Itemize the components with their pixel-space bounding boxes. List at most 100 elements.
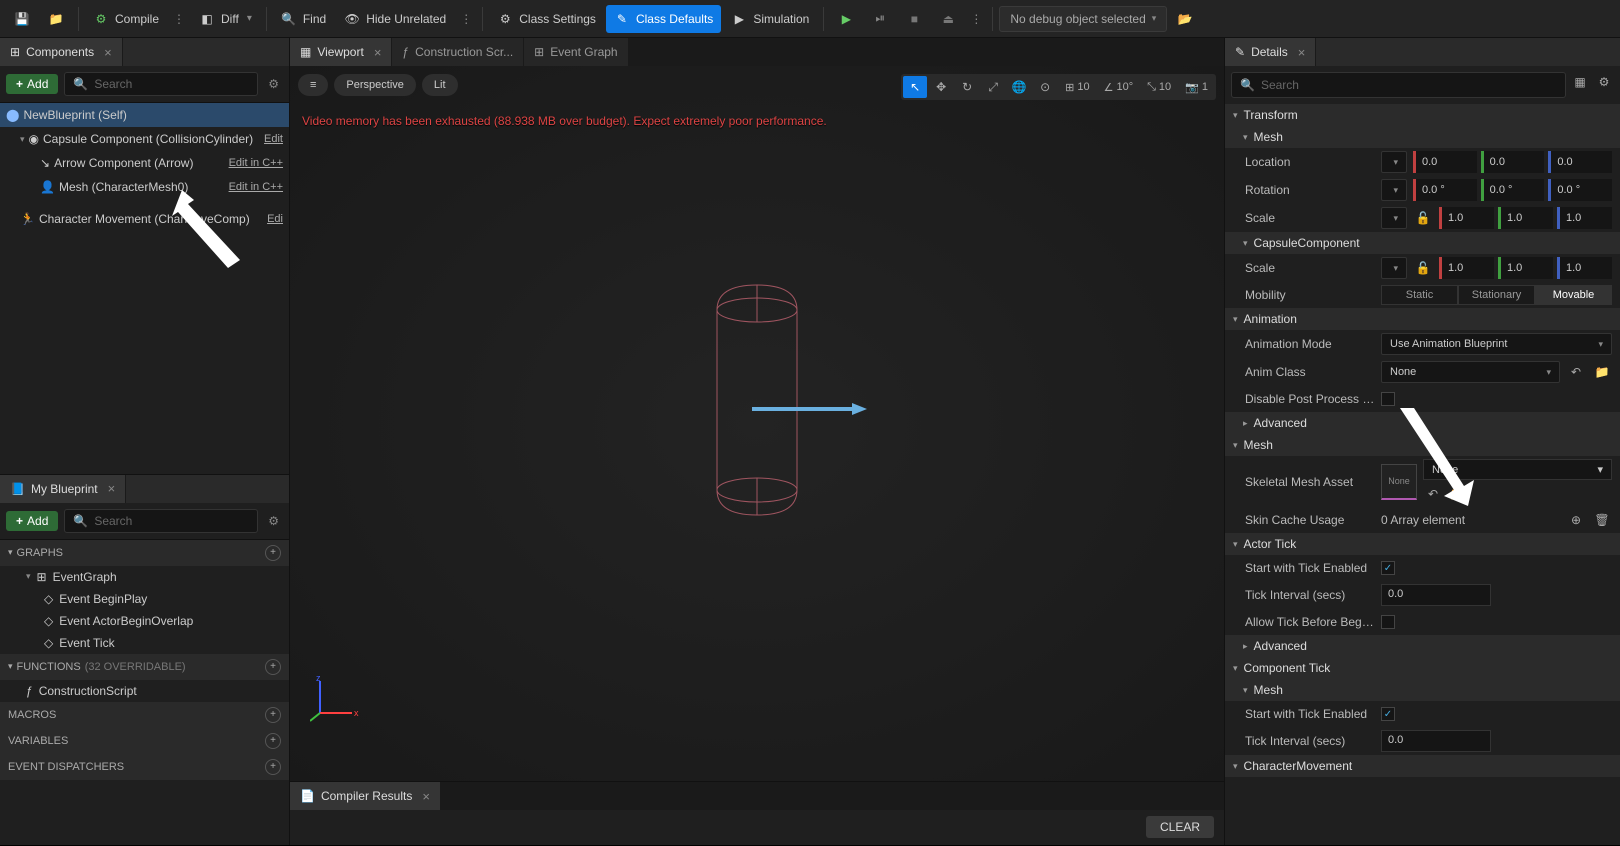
anim-class-dropdown[interactable]: None▾: [1381, 361, 1560, 383]
mobility-movable[interactable]: Movable: [1535, 285, 1612, 305]
event-beginplay-item[interactable]: ◇Event BeginPlay: [0, 588, 289, 610]
event-graph-item[interactable]: ▾⊞EventGraph: [0, 566, 289, 588]
eject-button[interactable]: ⏏: [932, 5, 964, 33]
translate-tool[interactable]: ✥: [929, 76, 953, 98]
add-component-button[interactable]: +Add: [6, 74, 58, 94]
tab-viewport[interactable]: ▦Viewport×: [290, 38, 392, 66]
add-function-button[interactable]: +: [265, 659, 281, 675]
location-y[interactable]: 0.0: [1481, 151, 1545, 173]
myblueprint-search[interactable]: 🔍Search: [64, 509, 258, 533]
graphs-section[interactable]: ▾Graphs+: [0, 540, 289, 566]
rotation-z[interactable]: 0.0 °: [1548, 179, 1612, 201]
compile-button[interactable]: ⚙Compile: [85, 5, 167, 33]
surface-snap-button[interactable]: ⊙: [1033, 76, 1057, 98]
variables-section[interactable]: Variables+: [0, 728, 289, 754]
start-tick-checkbox-2[interactable]: [1381, 707, 1395, 721]
rotation-mode-dropdown[interactable]: ▾: [1381, 179, 1407, 201]
close-icon[interactable]: ×: [108, 481, 116, 496]
browse-button[interactable]: 📁: [40, 5, 72, 33]
dispatchers-section[interactable]: Event Dispatchers+: [0, 754, 289, 780]
perspective-button[interactable]: Perspective: [334, 74, 415, 96]
rotation-y[interactable]: 0.0 °: [1481, 179, 1545, 201]
component-capsule[interactable]: ▾ ◉ Capsule Component (CollisionCylinder…: [0, 127, 289, 151]
details-grid-button[interactable]: ▦: [1570, 72, 1590, 92]
use-selected-mesh-button[interactable]: ↶: [1423, 484, 1443, 504]
add-graph-button[interactable]: +: [265, 545, 281, 561]
class-defaults-button[interactable]: ✎Class Defaults: [606, 5, 721, 33]
grid-snap-button[interactable]: ⊞10: [1059, 76, 1095, 98]
save-button[interactable]: 💾: [6, 5, 38, 33]
stop-button[interactable]: ■: [898, 5, 930, 33]
compile-options-button[interactable]: ⋮: [169, 12, 189, 26]
section-actor-tick[interactable]: ▾Actor Tick: [1225, 533, 1620, 555]
viewport[interactable]: ≡ Perspective Lit ↖ ✥ ↻ ⤢ 🌐 ⊙ ⊞10 ∠10° ⤡…: [290, 66, 1224, 781]
find-button[interactable]: 🔍Find: [273, 5, 334, 33]
component-movement[interactable]: 🏃 Character Movement (CharMoveComp) Edi: [0, 207, 289, 231]
lit-button[interactable]: Lit: [422, 74, 458, 96]
lock-scale-button[interactable]: 🔓: [1413, 208, 1433, 228]
world-local-toggle[interactable]: 🌐: [1007, 76, 1031, 98]
details-search[interactable]: 🔍Search: [1231, 72, 1566, 98]
capsule-scale-z[interactable]: 1.0: [1557, 257, 1612, 279]
close-icon[interactable]: ×: [104, 45, 112, 60]
add-variable-button[interactable]: +: [265, 733, 281, 749]
section-advanced-1[interactable]: ▸Advanced: [1225, 412, 1620, 434]
simulation-button[interactable]: ▶Simulation: [723, 5, 817, 33]
location-x[interactable]: 0.0: [1413, 151, 1477, 173]
rotation-x[interactable]: 0.0 °: [1413, 179, 1477, 201]
skel-mesh-thumbnail[interactable]: None: [1381, 464, 1417, 500]
edit-link[interactable]: Edit: [264, 133, 283, 145]
details-settings-button[interactable]: ⚙: [1594, 72, 1614, 92]
components-search[interactable]: 🔍Search: [64, 72, 258, 96]
debug-find-button[interactable]: 📂: [1169, 5, 1201, 33]
scale-x[interactable]: 1.0: [1439, 207, 1494, 229]
edit-link[interactable]: Edi: [267, 213, 283, 225]
section-mesh-3[interactable]: ▾Mesh: [1225, 679, 1620, 701]
scale-mode-dropdown[interactable]: ▾: [1381, 207, 1407, 229]
section-animation[interactable]: ▾Animation: [1225, 308, 1620, 330]
tab-construction[interactable]: ƒConstruction Scr...: [392, 38, 524, 66]
capsule-scale-y[interactable]: 1.0: [1498, 257, 1553, 279]
component-mesh[interactable]: 👤 Mesh (CharacterMesh0) Edit in C++: [0, 175, 289, 199]
skel-mesh-dropdown[interactable]: None▾: [1423, 459, 1612, 480]
edit-link[interactable]: Edit in C++: [229, 181, 283, 193]
select-tool[interactable]: ↖: [903, 76, 927, 98]
section-mesh[interactable]: ▾Mesh: [1225, 126, 1620, 148]
viewport-menu-button[interactable]: ≡: [298, 74, 328, 96]
tick-interval-input-2[interactable]: 0.0: [1381, 730, 1491, 752]
browse-mesh-button[interactable]: 📁: [1447, 484, 1467, 504]
component-root[interactable]: ⬤ NewBlueprint (Self): [0, 103, 289, 127]
myblueprint-settings-button[interactable]: ⚙: [264, 514, 283, 528]
tab-eventgraph[interactable]: ⊞Event Graph: [524, 38, 628, 66]
section-mesh-2[interactable]: ▾Mesh: [1225, 434, 1620, 456]
allow-tick-checkbox[interactable]: [1381, 615, 1395, 629]
add-element-button[interactable]: ⊕: [1566, 510, 1586, 530]
functions-section[interactable]: ▾Functions (32 OVERRIDABLE)+: [0, 654, 289, 680]
section-component-tick[interactable]: ▾Component Tick: [1225, 657, 1620, 679]
scale-z[interactable]: 1.0: [1557, 207, 1612, 229]
clear-button[interactable]: CLEAR: [1146, 816, 1214, 838]
add-dispatcher-button[interactable]: +: [265, 759, 281, 775]
clear-array-button[interactable]: 🗑: [1592, 510, 1612, 530]
edit-link[interactable]: Edit in C++: [229, 157, 283, 169]
class-settings-button[interactable]: ⚙Class Settings: [489, 5, 604, 33]
close-icon[interactable]: ×: [422, 789, 430, 804]
disable-pp-checkbox[interactable]: [1381, 392, 1395, 406]
event-overlap-item[interactable]: ◇Event ActorBeginOverlap: [0, 610, 289, 632]
capsule-scale-mode-dropdown[interactable]: ▾: [1381, 257, 1407, 279]
add-macro-button[interactable]: +: [265, 707, 281, 723]
capsule-scale-x[interactable]: 1.0: [1439, 257, 1494, 279]
compiler-results-tab[interactable]: 📄Compiler Results×: [290, 782, 441, 810]
section-advanced-2[interactable]: ▸Advanced: [1225, 635, 1620, 657]
scale-tool[interactable]: ⤢: [981, 76, 1005, 98]
play-options-button[interactable]: ⋮: [966, 12, 986, 26]
construction-script-item[interactable]: ƒConstructionScript: [0, 680, 289, 702]
play-button[interactable]: ▶: [830, 5, 862, 33]
camera-speed-button[interactable]: 📷1: [1179, 76, 1214, 98]
lock-scale-button-2[interactable]: 🔓: [1413, 258, 1433, 278]
details-tab[interactable]: ✎Details×: [1225, 38, 1316, 66]
section-transform[interactable]: ▾Transform: [1225, 104, 1620, 126]
section-capsule[interactable]: ▾CapsuleComponent: [1225, 232, 1620, 254]
macros-section[interactable]: Macros+: [0, 702, 289, 728]
add-blueprint-button[interactable]: +Add: [6, 511, 58, 531]
